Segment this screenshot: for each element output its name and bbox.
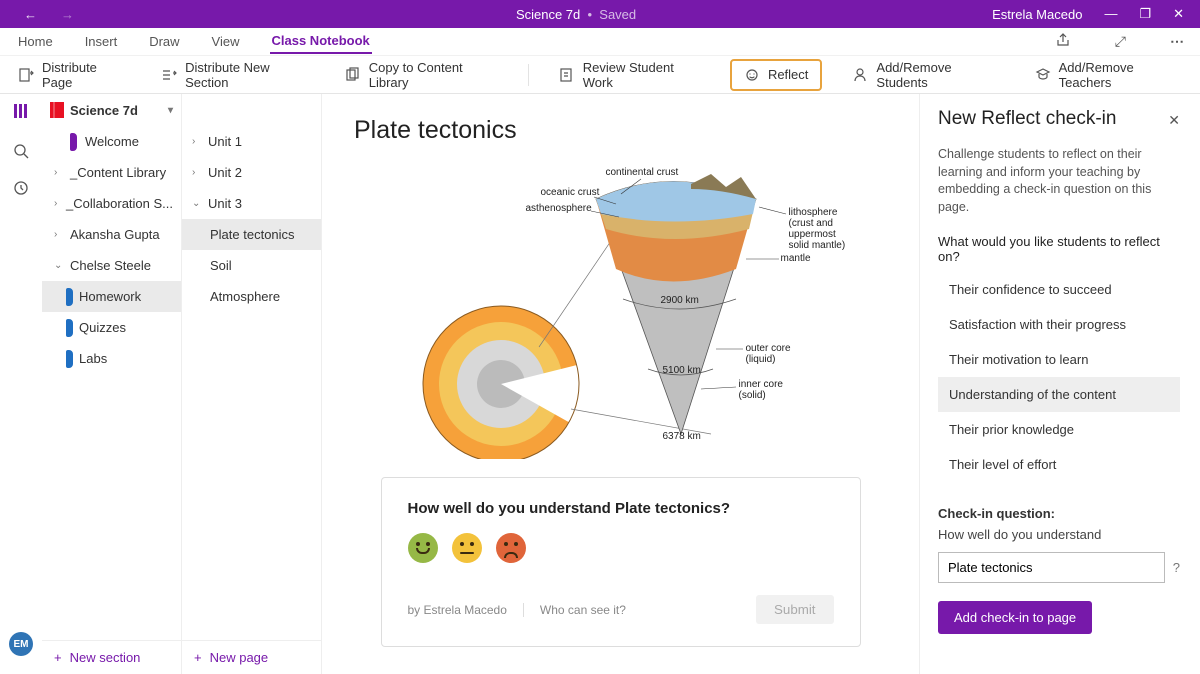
minimize-icon[interactable]: — — [1104, 6, 1117, 22]
distribute-section-button[interactable]: Distribute New Section — [155, 57, 315, 93]
notebooks-icon[interactable] — [12, 102, 30, 125]
panel-description: Challenge students to reflect on their l… — [938, 146, 1180, 216]
tab-class-notebook[interactable]: Class Notebook — [270, 29, 372, 54]
section-tab-icon — [70, 133, 77, 151]
tab-view[interactable]: View — [210, 30, 242, 53]
tree-content-library[interactable]: ›_Content Library — [42, 157, 181, 188]
label-asthenosphere: asthenosphere — [526, 203, 592, 214]
tab-draw[interactable]: Draw — [147, 30, 181, 53]
checkin-topic-input[interactable] — [938, 552, 1165, 583]
plus-icon: + — [194, 650, 202, 665]
opt-motivation[interactable]: Their motivation to learn — [938, 342, 1180, 377]
chevron-down-icon: ▾ — [168, 105, 173, 116]
help-icon[interactable]: ? — [1173, 560, 1180, 575]
label-depth-2900: 2900 km — [661, 295, 699, 306]
submit-button[interactable]: Submit — [756, 595, 833, 624]
more-icon[interactable]: ⋯ — [1170, 33, 1184, 50]
panel-prompt: What would you like students to reflect … — [938, 234, 1180, 264]
page-atmosphere[interactable]: Atmosphere — [182, 281, 321, 312]
opt-confidence[interactable]: Their confidence to succeed — [938, 272, 1180, 307]
ribbon-commands: Distribute Page Distribute New Section C… — [0, 56, 1200, 94]
user-name[interactable]: Estrela Macedo — [992, 7, 1082, 22]
ribbon-tabs: Home Insert Draw View Class Notebook ⤢ ⋯ — [0, 28, 1200, 56]
page-canvas[interactable]: Plate tectonics — [322, 94, 920, 674]
checkin-author: by Estrela Macedo — [408, 603, 507, 617]
opt-understanding[interactable]: Understanding of the content — [938, 377, 1180, 412]
checkin-question-stem: How well do you understand — [938, 527, 1180, 542]
reflect-panel: New Reflect check-in ✕ Challenge student… — [920, 94, 1200, 674]
plus-icon: + — [54, 650, 62, 665]
label-depth-6378: 6378 km — [663, 431, 701, 442]
panel-close-icon[interactable]: ✕ — [1168, 112, 1180, 129]
left-rail: EM — [0, 94, 42, 674]
label-oceanic-crust: oceanic crust — [541, 187, 600, 198]
notebook-tree: Science 7d ▾ Welcome ›_Content Library ›… — [42, 94, 182, 674]
sec-unit2[interactable]: ›Unit 2 — [182, 157, 321, 188]
tree-quizzes[interactable]: Quizzes — [42, 312, 181, 343]
pages-list: ›Unit 1 ›Unit 2 ⌄Unit 3 Plate tectonics … — [182, 94, 322, 674]
sec-unit3[interactable]: ⌄Unit 3 — [182, 188, 321, 219]
section-tab-icon — [66, 350, 73, 368]
fullscreen-icon[interactable]: ⤢ — [1115, 33, 1126, 50]
add-remove-teachers-button[interactable]: Add/Remove Teachers — [1029, 57, 1188, 93]
label-depth-5100: 5100 km — [663, 365, 701, 376]
panel-title: New Reflect check-in — [938, 108, 1168, 130]
opt-prior-knowledge[interactable]: Their prior knowledge — [938, 412, 1180, 447]
label-mantle: mantle — [781, 253, 811, 264]
reflect-button[interactable]: Reflect — [730, 59, 822, 91]
search-icon[interactable] — [13, 143, 29, 162]
forward-icon[interactable]: → — [61, 7, 74, 22]
face-neutral[interactable] — [452, 533, 482, 563]
add-checkin-button[interactable]: Add check-in to page — [938, 601, 1092, 634]
tree-welcome[interactable]: Welcome — [42, 126, 181, 157]
opt-effort[interactable]: Their level of effort — [938, 447, 1180, 482]
checkin-visibility-link[interactable]: Who can see it? — [540, 603, 626, 617]
tab-home[interactable]: Home — [16, 30, 55, 53]
section-tab-icon — [66, 288, 73, 306]
opt-satisfaction[interactable]: Satisfaction with their progress — [938, 307, 1180, 342]
close-icon[interactable]: ✕ — [1173, 6, 1184, 22]
back-icon[interactable]: ← — [24, 7, 37, 22]
tree-student-chelse[interactable]: ⌄Chelse Steele — [42, 250, 181, 281]
reflect-checkin-card: How well do you understand Plate tectoni… — [381, 477, 861, 647]
share-icon[interactable] — [1055, 32, 1071, 51]
tree-student-akansha[interactable]: ›Akansha Gupta — [42, 219, 181, 250]
notebook-header[interactable]: Science 7d ▾ — [42, 94, 181, 126]
new-page-button[interactable]: + New page — [182, 640, 321, 674]
tree-homework[interactable]: Homework — [42, 281, 181, 312]
face-happy[interactable] — [408, 533, 438, 563]
tree-collaboration[interactable]: ›_Collaboration S... — [42, 188, 181, 219]
distribute-page-button[interactable]: Distribute Page — [12, 57, 131, 93]
review-student-work-button[interactable]: Review Student Work — [553, 57, 706, 93]
checkin-question: How well do you understand Plate tectoni… — [408, 500, 834, 517]
label-outer-core: outer core (liquid) — [746, 343, 791, 365]
tab-insert[interactable]: Insert — [83, 30, 120, 53]
section-tab-icon — [66, 319, 73, 337]
earth-layers-diagram: continental crust oceanic crust asthenos… — [391, 159, 851, 459]
label-continental-crust: continental crust — [606, 167, 679, 178]
user-avatar[interactable]: EM — [9, 632, 33, 656]
page-plate-tectonics[interactable]: Plate tectonics — [182, 219, 321, 250]
face-sad[interactable] — [496, 533, 526, 563]
page-soil[interactable]: Soil — [182, 250, 321, 281]
tree-labs[interactable]: Labs — [42, 343, 181, 374]
recent-icon[interactable] — [13, 180, 29, 199]
sec-unit1[interactable]: ›Unit 1 — [182, 126, 321, 157]
document-title: Science 7d • Saved — [160, 7, 992, 22]
page-title: Plate tectonics — [354, 116, 887, 145]
title-bar: ← → Science 7d • Saved Estrela Macedo — … — [0, 0, 1200, 28]
checkin-question-label: Check-in question: — [938, 506, 1180, 521]
notebook-icon — [50, 102, 64, 118]
copy-content-library-button[interactable]: Copy to Content Library — [339, 57, 504, 93]
label-lithosphere: lithosphere (crust and uppermost solid m… — [789, 207, 869, 251]
reflect-options: Their confidence to succeed Satisfaction… — [938, 272, 1180, 482]
new-section-button[interactable]: + New section — [42, 640, 181, 674]
label-inner-core: inner core (solid) — [739, 379, 783, 401]
restore-icon[interactable]: ❐ — [1139, 6, 1151, 22]
add-remove-students-button[interactable]: Add/Remove Students — [846, 57, 1004, 93]
